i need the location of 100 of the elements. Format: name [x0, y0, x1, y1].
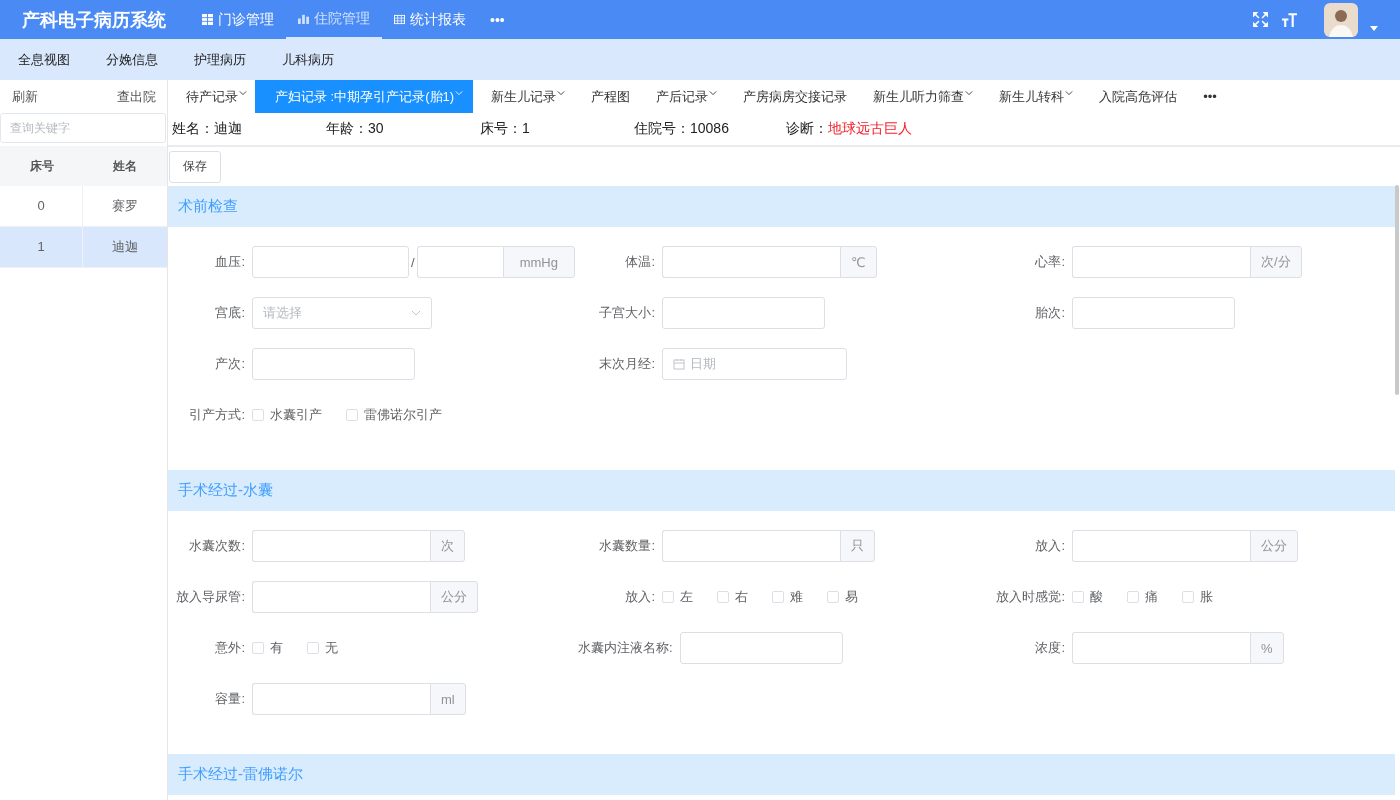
unit-label: %	[1250, 632, 1284, 664]
info-label: 住院号：	[634, 120, 690, 136]
record-tab[interactable]: 产房病房交接记录	[725, 80, 856, 113]
record-tab[interactable]: 入院高危评估	[1081, 80, 1186, 113]
info-label: 诊断：	[786, 120, 828, 136]
info-value: 10086	[690, 120, 729, 136]
input-field[interactable]	[252, 246, 409, 278]
field-label: 引产方式:	[188, 406, 246, 424]
field-label: 意外:	[214, 639, 246, 657]
save-button[interactable]: 保存	[169, 150, 221, 183]
field-label: 放入:	[1034, 537, 1066, 555]
checkbox[interactable]: 右	[717, 588, 748, 606]
record-tab[interactable]: 产程图	[573, 80, 639, 113]
sub-nav-item[interactable]: 全息视图	[0, 50, 88, 69]
table-icon	[394, 14, 405, 25]
column-header: 姓名	[112, 157, 138, 175]
checkbox[interactable]: 难	[772, 588, 803, 606]
field-label: 胎次:	[1034, 304, 1066, 322]
scrollbar[interactable]	[1395, 185, 1399, 395]
field-label: 心率:	[1034, 253, 1066, 271]
field-label: 浓度:	[1034, 639, 1066, 657]
record-tab[interactable]: 新生儿听力筛查	[855, 80, 982, 113]
info-label: 年龄：	[326, 120, 368, 136]
table-cell: 1	[0, 227, 83, 267]
unit-label: 次	[430, 530, 465, 562]
info-value: 1	[522, 120, 530, 136]
bar-chart-icon	[298, 13, 309, 24]
checkbox[interactable]: 雷佛诺尔引产	[346, 406, 442, 424]
field-label: 水囊数量:	[598, 537, 656, 555]
checkbox[interactable]: 酸	[1072, 588, 1103, 606]
caret-icon[interactable]	[1370, 26, 1378, 31]
field-label: 末次月经:	[598, 355, 656, 373]
record-tab[interactable]: 新生儿记录	[473, 80, 574, 113]
search-field[interactable]: 查询关键字	[0, 113, 166, 143]
sub-nav-item[interactable]: 分娩信息	[88, 50, 176, 69]
unit-label: ml	[430, 683, 466, 715]
section-header: 手术经过-水囊	[168, 470, 1395, 511]
chevron-down-icon	[411, 310, 421, 316]
separator: /	[410, 254, 416, 270]
input-field[interactable]	[1072, 246, 1250, 278]
unit-label: mmHg	[502, 246, 575, 278]
fullscreen-icon[interactable]	[1252, 11, 1269, 28]
unit-label: 次/分	[1250, 246, 1302, 278]
input-field[interactable]	[252, 683, 430, 715]
section-header: 术前检查	[168, 186, 1395, 227]
input-field[interactable]	[252, 348, 415, 380]
input-field[interactable]	[1072, 530, 1250, 562]
info-label: 姓名：	[172, 120, 214, 136]
patient-row[interactable]: 1 迪迦	[0, 227, 167, 268]
input-field[interactable]	[1072, 297, 1235, 329]
info-value: 迪迦	[214, 120, 242, 136]
table-cell-text: 赛罗	[111, 197, 139, 215]
font-size-icon[interactable]	[1281, 11, 1298, 28]
column-header: 床号	[28, 157, 55, 175]
checkbox[interactable]: 有	[252, 639, 283, 657]
grid-icon	[202, 14, 213, 25]
input-field[interactable]	[662, 530, 840, 562]
record-tab[interactable]: 产后记录	[638, 80, 726, 113]
unit-label: 只	[840, 530, 875, 562]
app-title: 产科电子病历系统	[21, 8, 167, 32]
field-label: 血压:	[214, 253, 246, 271]
checkbox[interactable]: 胀	[1182, 588, 1213, 606]
sub-nav-item[interactable]: 护理病历	[176, 50, 264, 69]
field-label: 子宫大小:	[598, 304, 656, 322]
input-field[interactable]	[679, 632, 843, 664]
avatar[interactable]	[1324, 2, 1358, 37]
field-label: 产次:	[214, 355, 246, 373]
field-label: 容量:	[214, 690, 246, 708]
info-label: 床号：	[480, 120, 522, 136]
action-link[interactable]: 刷新	[12, 87, 38, 106]
record-tab[interactable]: •••	[1185, 80, 1225, 113]
table-cell-text: 迪迦	[111, 238, 139, 256]
input-field[interactable]	[662, 246, 840, 278]
field-label: 放入时感觉:	[995, 588, 1066, 606]
checkbox[interactable]: 无	[307, 639, 338, 657]
table-cell: 0	[0, 186, 83, 226]
calendar-icon	[673, 358, 685, 370]
input-field[interactable]	[416, 246, 503, 278]
unit-label: 公分	[430, 581, 478, 613]
info-value: 地球远古巨人	[828, 120, 912, 136]
record-tab[interactable]: 待产记录	[168, 80, 255, 113]
section-header: 手术经过-雷佛诺尔	[168, 754, 1395, 795]
input-field[interactable]	[662, 297, 825, 329]
info-value: 30	[368, 120, 384, 136]
field-label: 放入:	[624, 588, 656, 606]
checkbox[interactable]: 痛	[1127, 588, 1158, 606]
input-field[interactable]	[1072, 632, 1250, 664]
field-label: 宫底:	[214, 304, 246, 322]
checkbox[interactable]: 易	[827, 588, 858, 606]
input-field[interactable]	[252, 581, 430, 613]
sub-nav-item[interactable]: 儿科病历	[264, 50, 352, 69]
action-link[interactable]: 查出院	[117, 87, 156, 106]
unit-label: 公分	[1250, 530, 1298, 562]
record-tab[interactable]: 新生儿转科	[981, 80, 1082, 113]
checkbox[interactable]: 水囊引产	[252, 406, 322, 424]
field-label: 体温:	[624, 253, 656, 271]
checkbox[interactable]: 左	[662, 588, 693, 606]
input-field[interactable]	[252, 530, 430, 562]
field-label: 水囊次数:	[188, 537, 246, 555]
field-label: 放入导尿管:	[175, 588, 246, 606]
